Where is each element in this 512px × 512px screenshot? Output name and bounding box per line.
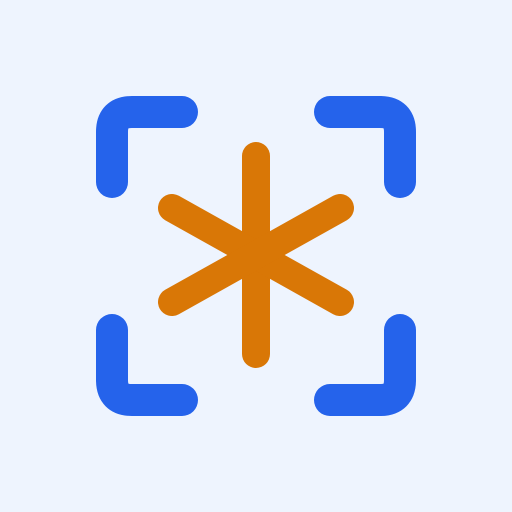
icon-canvas [0,0,512,512]
asterisk-scan-icon [0,0,512,512]
